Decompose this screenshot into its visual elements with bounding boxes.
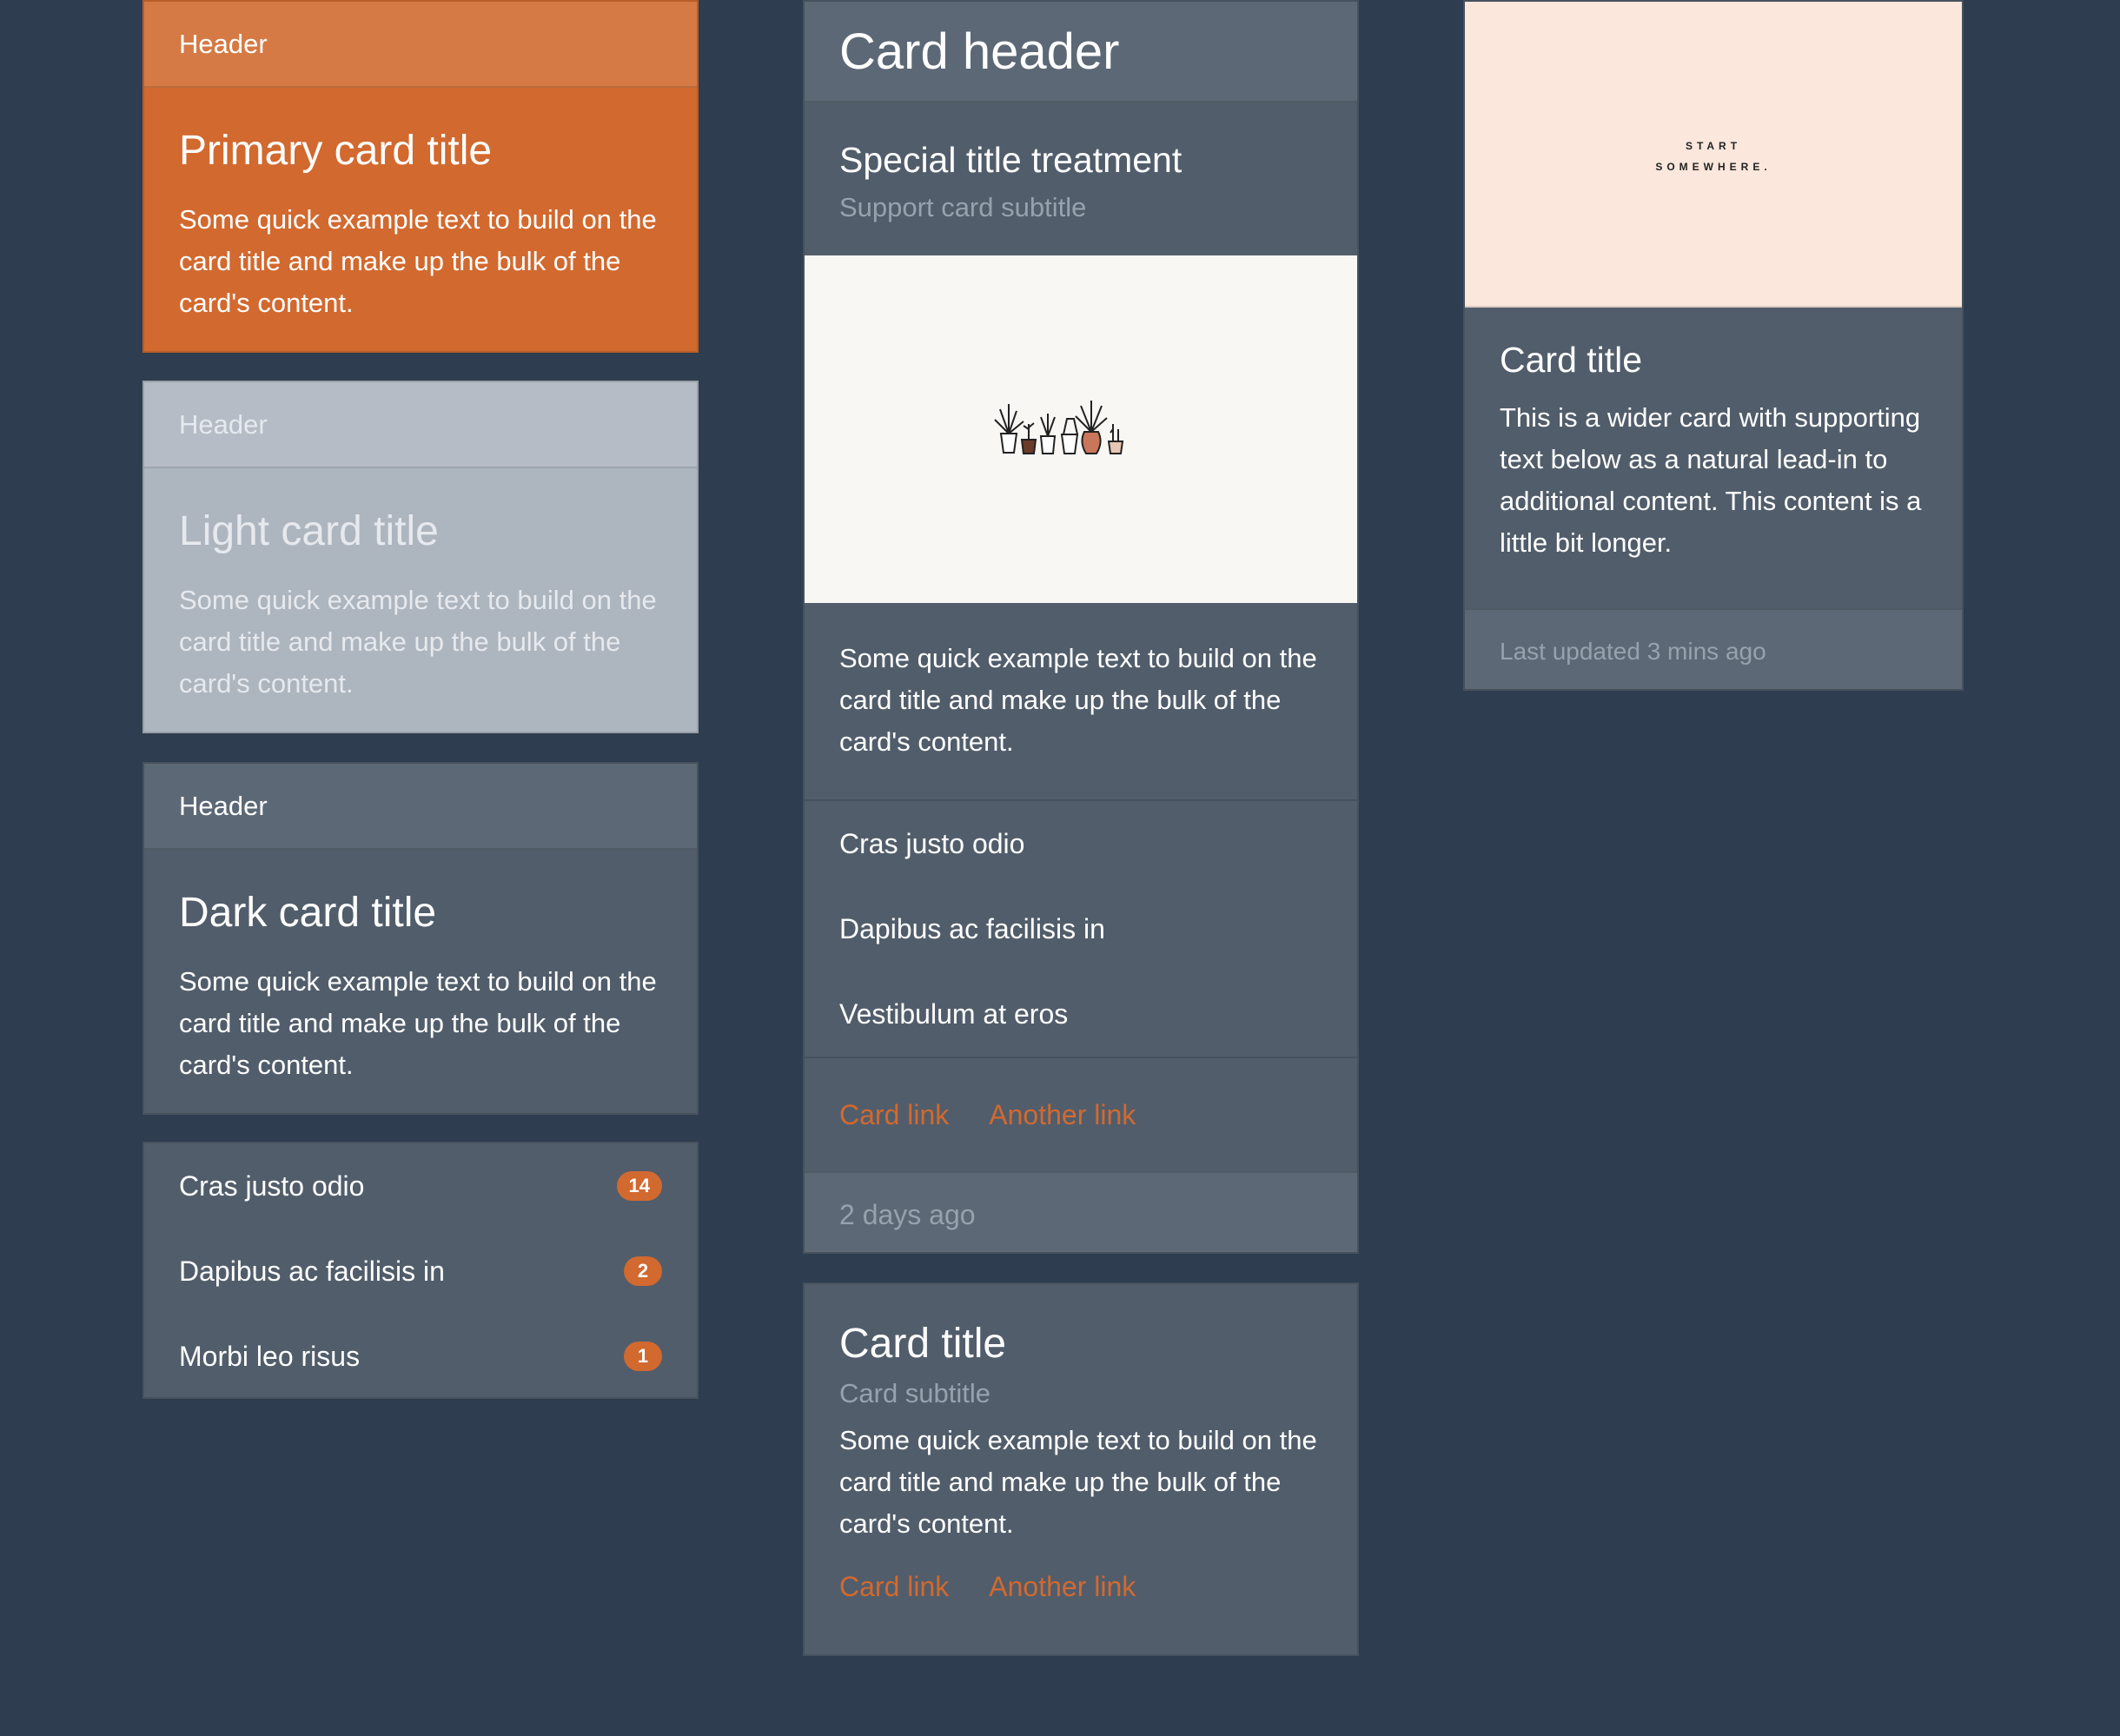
badge-list-group: Cras justo odio 14 Dapibus ac facilisis … [142,1142,699,1399]
feature-card-subtitle: Support card subtitle [839,192,1087,223]
start-somewhere-image: START SOMEWHERE. [1465,2,1962,308]
light-card-title: Light card title [179,508,439,554]
primary-card-text: Some quick example text to build on the … [179,203,657,318]
dark-card: Header Dark card title Some quick exampl… [142,762,699,1115]
image-caption-line1: START [1685,140,1742,152]
title-card-subtitle: Card subtitle [839,1377,991,1408]
plants-illustration-icon [994,401,1124,454]
wide-card-title: Card title [1500,340,1643,380]
light-card: Header Light card title Some quick examp… [142,381,699,733]
primary-card-header: Header [144,2,697,88]
count-badge: 1 [624,1342,662,1371]
list-item-label: Cras justo odio [179,1169,365,1202]
feature-card-list: Cras justo odio Dapibus ac facilisis in … [805,799,1357,1058]
title-card-title: Card title [839,1321,1007,1367]
feature-card-text: Some quick example text to build on the … [839,643,1317,757]
wide-card-body: Card title This is a wider card with sup… [1465,308,1962,608]
dark-card-title: Dark card title [179,890,437,936]
wide-card-text: This is a wider card with supporting tex… [1500,402,1922,559]
primary-card-title: Primary card title [179,128,493,174]
list-item[interactable]: Vestibulum at eros [805,971,1357,1057]
feature-card-footer: 2 days ago [805,1171,1357,1252]
another-link[interactable]: Another link [989,1099,1136,1131]
list-item[interactable]: Morbi leo risus 1 [144,1314,697,1397]
feature-card-links: Card link Another link [805,1058,1357,1171]
dark-card-header: Header [144,764,697,850]
wide-card-footer: Last updated 3 mins ago [1465,608,1962,689]
primary-card: Header Primary card title Some quick exa… [142,0,699,353]
title-card: Card title Card subtitle Some quick exam… [803,1282,1359,1656]
card-link[interactable]: Card link [839,1099,949,1131]
plants-image [805,255,1357,603]
list-item[interactable]: Dapibus ac facilisis in 2 [144,1229,697,1314]
list-item[interactable]: Cras justo odio [805,801,1357,886]
dark-card-text: Some quick example text to build on the … [179,965,657,1080]
feature-card-body: Some quick example text to build on the … [805,603,1357,799]
feature-card-title: Special title treatment [839,140,1183,180]
feature-card: Card header Special title treatment Supp… [803,0,1359,1254]
feature-card-heading: Special title treatment Support card sub… [805,103,1357,255]
list-item-label: Morbi leo risus [179,1340,361,1372]
list-item[interactable]: Dapibus ac facilisis in [805,886,1357,971]
feature-card-header: Card header [805,2,1357,103]
light-card-text: Some quick example text to build on the … [179,584,657,699]
title-card-text: Some quick example text to build on the … [839,1424,1317,1539]
list-item-label: Dapibus ac facilisis in [179,1255,445,1287]
count-badge: 14 [616,1171,662,1201]
image-caption-line2: SOMEWHERE. [1655,161,1772,173]
card-link[interactable]: Card link [839,1571,949,1603]
wide-card: START SOMEWHERE. Card title This is a wi… [1463,0,1964,691]
light-card-header: Header [144,382,697,468]
list-item[interactable]: Cras justo odio 14 [144,1143,697,1229]
count-badge: 2 [624,1256,662,1286]
another-link[interactable]: Another link [989,1571,1136,1603]
image-caption: START SOMEWHERE. [1465,136,1962,177]
title-card-links: Card link Another link [839,1571,1322,1603]
